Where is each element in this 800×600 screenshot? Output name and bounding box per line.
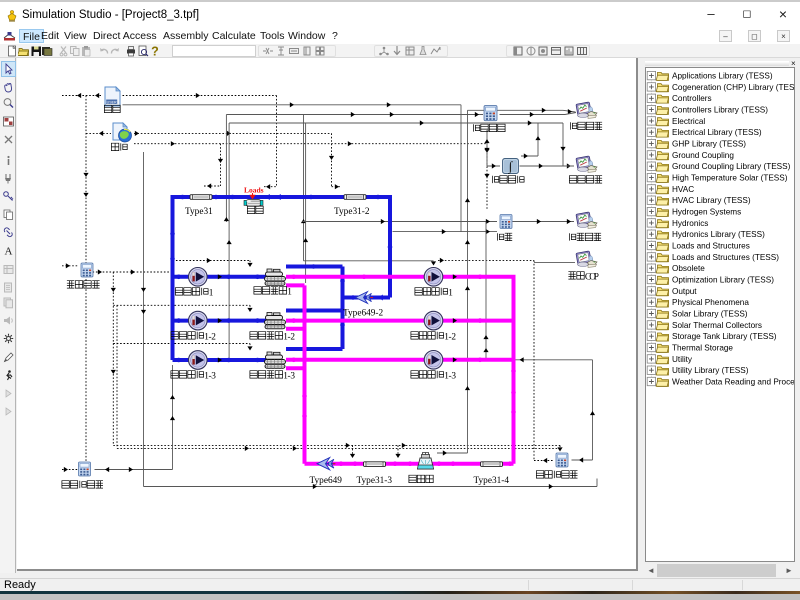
svg-text:Applications Library (TESS): Applications Library (TESS) xyxy=(672,72,773,81)
svg-text:USER: USER xyxy=(107,100,117,104)
svg-text:Weather Data Reading and Proce: Weather Data Reading and Process xyxy=(672,377,794,386)
svg-text:2: 2 xyxy=(290,333,295,343)
svg-text:HVAC Library (TESS): HVAC Library (TESS) xyxy=(672,196,751,205)
svg-text:Utility Library (TESS): Utility Library (TESS) xyxy=(672,366,749,375)
svg-text:1: 1 xyxy=(209,289,214,299)
svg-text:Cogeneration (CHP) Library (TE: Cogeneration (CHP) Library (TESS) xyxy=(672,83,794,92)
svg-text:Thermal Storage: Thermal Storage xyxy=(672,343,733,352)
svg-text:2: 2 xyxy=(451,333,456,343)
svg-text:1: 1 xyxy=(287,288,292,298)
svg-text:Controllers Library (TESS): Controllers Library (TESS) xyxy=(672,106,768,115)
svg-text:Physical Phenomena: Physical Phenomena xyxy=(672,298,749,307)
svg-text:Electrical: Electrical xyxy=(672,117,705,126)
svg-text:Solar Library (TESS): Solar Library (TESS) xyxy=(672,309,748,318)
svg-text:Electrical Library (TESS): Electrical Library (TESS) xyxy=(672,128,762,137)
svg-text:High Temperature Solar (TESS): High Temperature Solar (TESS) xyxy=(672,174,788,183)
svg-text:Storage Tank Library (TESS): Storage Tank Library (TESS) xyxy=(672,332,777,341)
svg-text:Hydrogen Systems: Hydrogen Systems xyxy=(672,208,741,217)
svg-text:Optimization Library (TESS): Optimization Library (TESS) xyxy=(672,275,774,284)
svg-text:?: ? xyxy=(151,45,159,57)
svg-text:Ground Coupling Library (TESS): Ground Coupling Library (TESS) xyxy=(672,162,791,171)
svg-text:Loads and Structures: Loads and Structures xyxy=(672,241,750,250)
svg-text:Controllers: Controllers xyxy=(672,94,712,103)
svg-text:3: 3 xyxy=(211,372,216,382)
svg-text:Loads and Structures (TESS): Loads and Structures (TESS) xyxy=(672,253,779,262)
svg-text:Output: Output xyxy=(672,287,697,296)
svg-text:3: 3 xyxy=(451,372,456,382)
svg-text:Obsolete: Obsolete xyxy=(672,264,705,273)
svg-text:Hydronics: Hydronics xyxy=(672,219,708,228)
svg-text:Ground Coupling: Ground Coupling xyxy=(672,151,734,160)
svg-text:A: A xyxy=(5,246,13,258)
svg-text:Type649: Type649 xyxy=(310,476,343,486)
svg-text:Type31-3: Type31-3 xyxy=(357,476,393,486)
svg-text:2: 2 xyxy=(211,333,216,343)
svg-text:GHP Library (TESS): GHP Library (TESS) xyxy=(672,140,746,149)
svg-text:Hydronics Library (TESS): Hydronics Library (TESS) xyxy=(672,230,765,239)
svg-text:3: 3 xyxy=(290,372,295,382)
svg-text:Utility: Utility xyxy=(672,355,693,364)
svg-text:Loads: Loads xyxy=(244,186,264,195)
svg-text:Type31: Type31 xyxy=(185,207,213,217)
svg-text:HVAC: HVAC xyxy=(672,185,694,194)
svg-text:P: P xyxy=(594,273,599,283)
svg-text:1: 1 xyxy=(448,289,453,299)
svg-text:Type31-2: Type31-2 xyxy=(334,207,370,217)
svg-text:Solar Thermal Collectors: Solar Thermal Collectors xyxy=(672,321,762,330)
svg-text:Type31-4: Type31-4 xyxy=(474,476,510,486)
svg-text:Type649-2: Type649-2 xyxy=(343,309,383,319)
